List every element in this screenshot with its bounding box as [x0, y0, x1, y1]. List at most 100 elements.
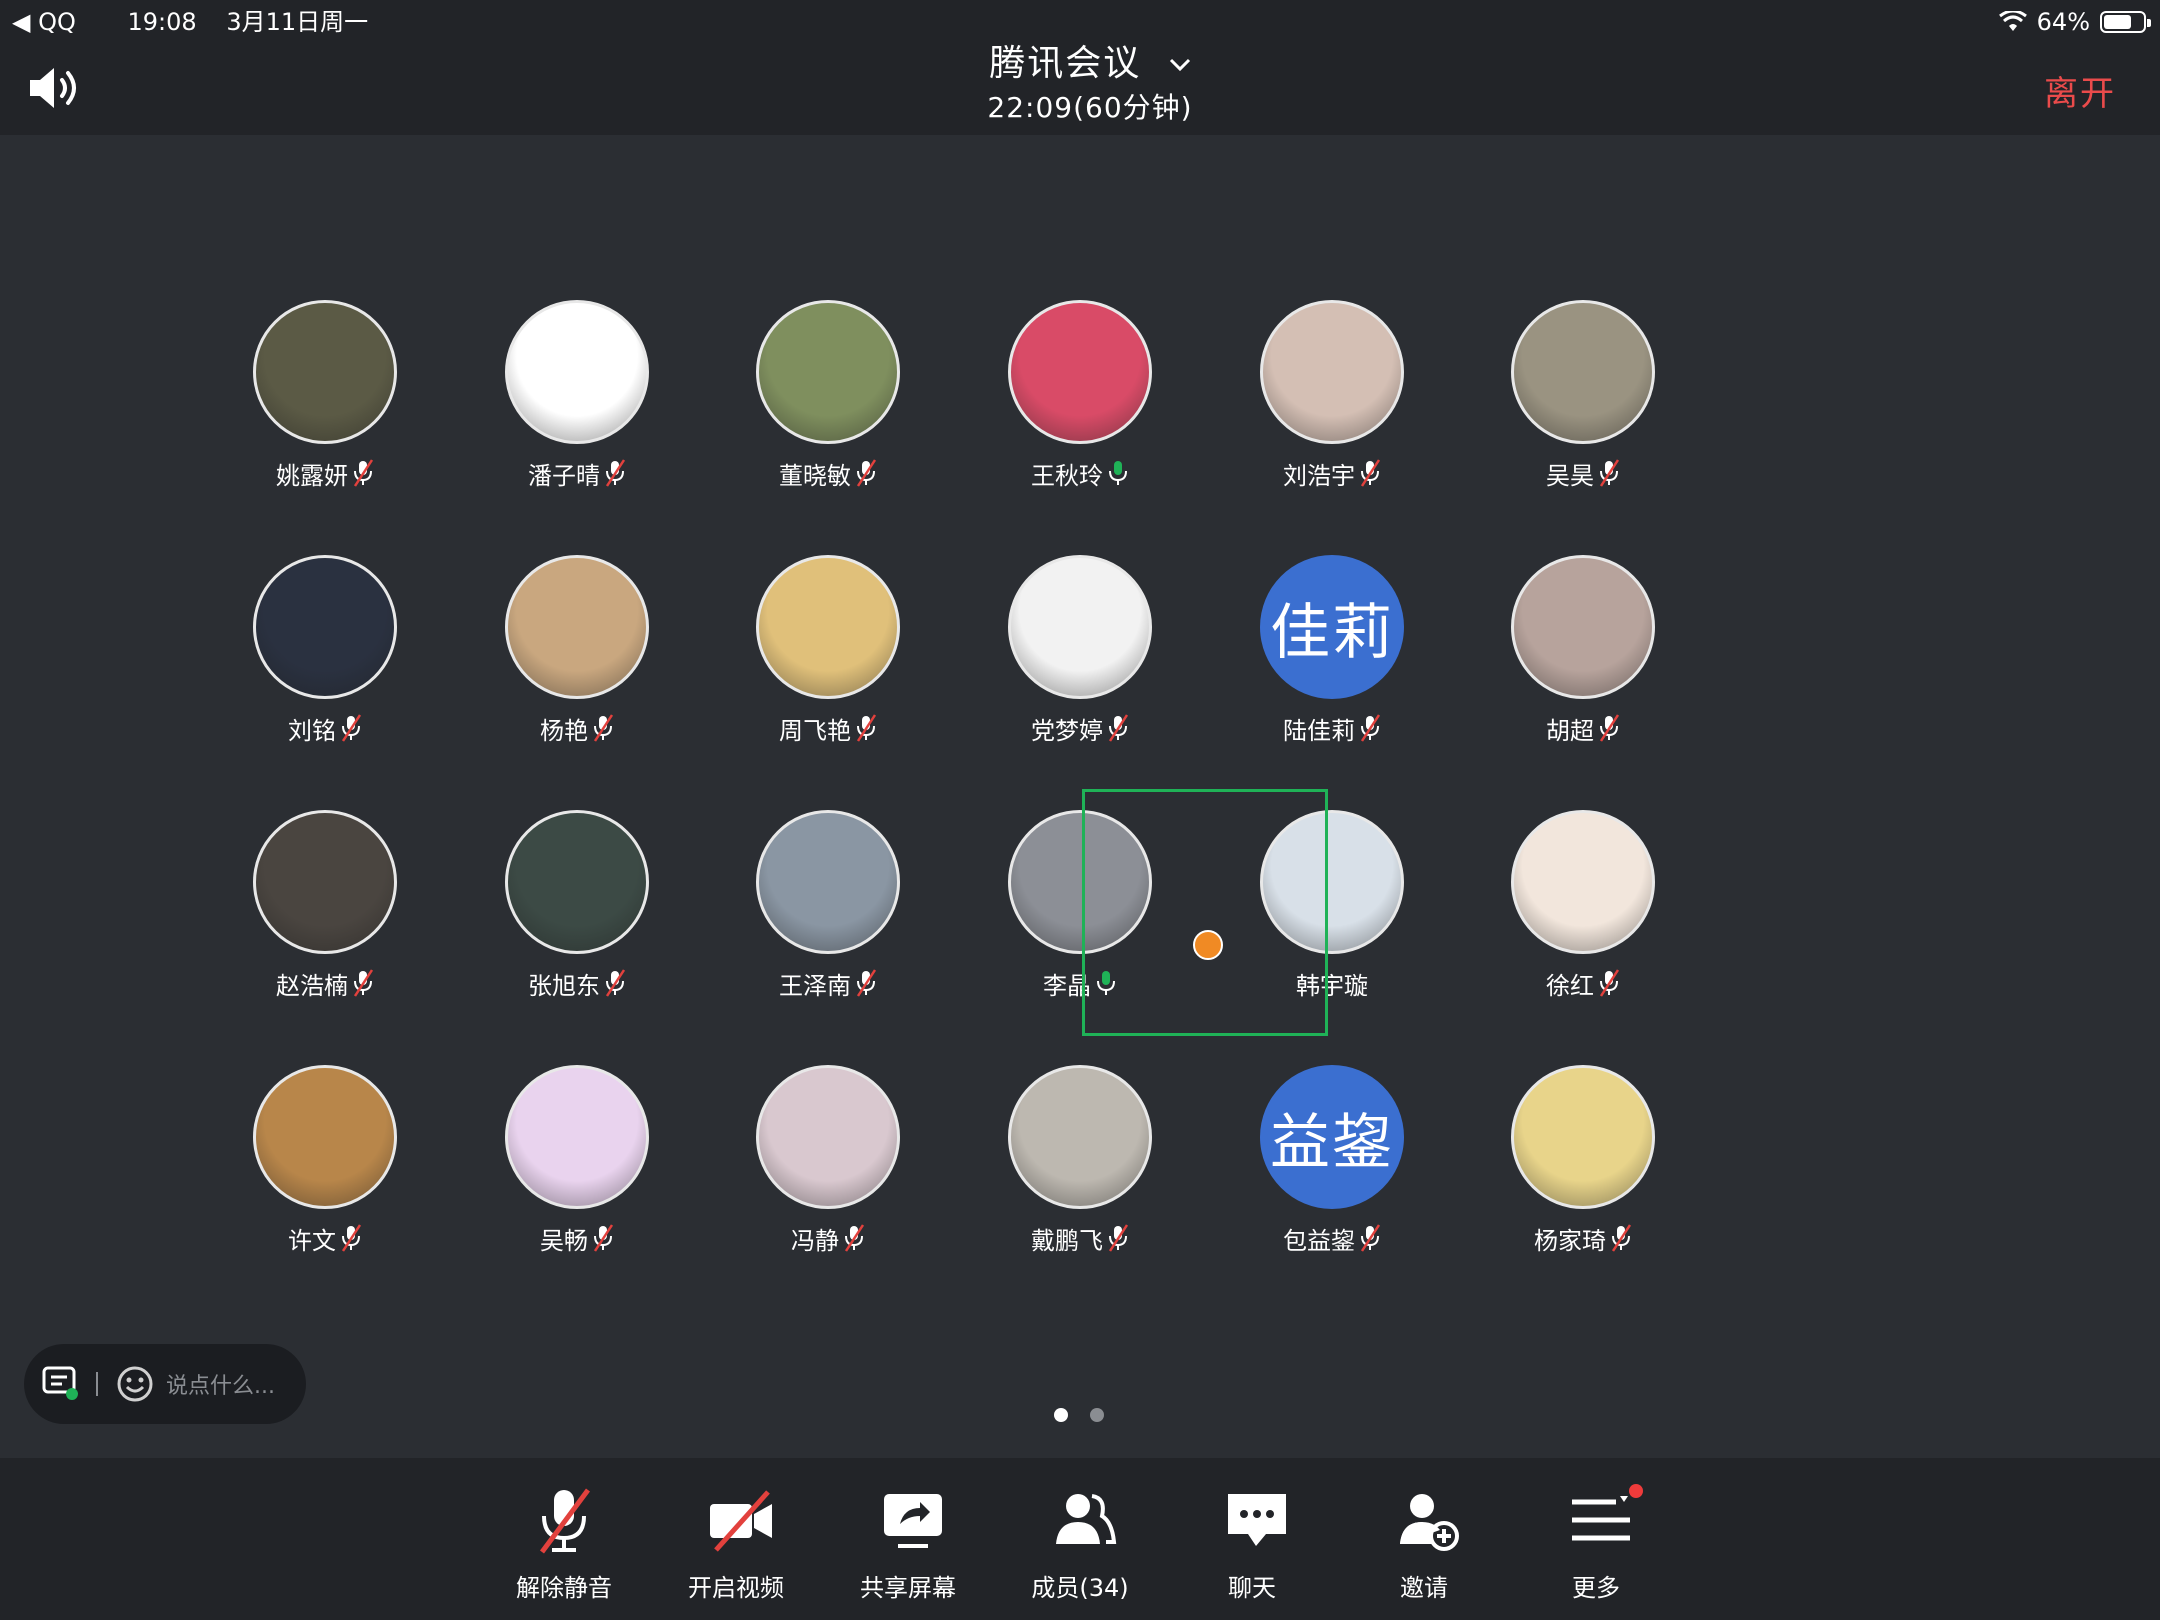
speaker-icon[interactable] [26, 64, 86, 112]
avatar [756, 810, 900, 954]
page-dot-1[interactable] [1054, 1408, 1068, 1422]
participant-tile[interactable]: 姚露妍 [200, 300, 450, 500]
participant-name: 潘子晴 [528, 461, 600, 490]
participant-tile[interactable]: 张旭东 [452, 810, 702, 1010]
avatar [253, 1065, 397, 1209]
mic-muted-icon [353, 459, 374, 487]
participant-name: 吴昊 [1546, 461, 1594, 490]
avatar [505, 1065, 649, 1209]
participant-name: 王秋玲 [1031, 461, 1103, 490]
avatar [1008, 555, 1152, 699]
invite-button[interactable]: 邀请 [1349, 1458, 1499, 1620]
participant-name: 吴畅 [540, 1226, 588, 1255]
participant-name: 赵浩楠 [276, 971, 348, 1000]
avatar [505, 300, 649, 444]
mic-muted-icon [539, 1488, 591, 1554]
chat-input-bar[interactable]: 说点什么... [24, 1344, 306, 1424]
chat-placeholder[interactable]: 说点什么... [166, 1368, 275, 1400]
page-indicator[interactable] [1054, 1408, 1104, 1422]
video-off-icon [710, 1490, 772, 1552]
participant-tile[interactable]: 刘浩宇 [1207, 300, 1457, 500]
chat-bubble-toggle-icon[interactable] [42, 1366, 80, 1402]
status-time: 19:08 [127, 8, 197, 36]
avatar [1511, 555, 1655, 699]
participant-tile[interactable]: 刘铭 [200, 555, 450, 755]
chevron-down-icon [1169, 58, 1190, 72]
participant-name: 党梦婷 [1031, 716, 1103, 745]
avatar [1260, 300, 1404, 444]
participant-name-row: 冯静 [703, 1221, 953, 1255]
status-bar-right: 64% [1998, 4, 2151, 40]
participant-name: 周飞艳 [779, 716, 851, 745]
participant-name: 杨家琦 [1534, 1226, 1606, 1255]
invite-label: 邀请 [1400, 1574, 1448, 1602]
participant-name-row: 董晓敏 [703, 456, 953, 490]
mic-muted-icon [341, 1224, 362, 1252]
mic-muted-icon [1360, 459, 1381, 487]
participant-tile[interactable]: 杨家琦 [1458, 1065, 1708, 1265]
page-dot-2[interactable] [1090, 1408, 1104, 1422]
participant-tile[interactable]: 杨艳 [452, 555, 702, 755]
participant-name-row: 胡超 [1458, 711, 1708, 745]
avatar: 佳莉 [1260, 555, 1404, 699]
unmute-button[interactable]: 解除静音 [489, 1458, 639, 1620]
participant-name: 徐红 [1546, 971, 1594, 1000]
members-label: 成员(34) [1031, 1574, 1129, 1602]
start-video-button[interactable]: 开启视频 [661, 1458, 811, 1620]
mic-muted-icon [341, 714, 362, 742]
mic-muted-icon [1360, 1224, 1381, 1252]
participant-name: 许文 [288, 1226, 336, 1255]
participant-name: 董晓敏 [779, 461, 851, 490]
participant-tile[interactable]: 党梦婷 [955, 555, 1205, 755]
participant-tile[interactable]: 吴畅 [452, 1065, 702, 1265]
top-bar: ◀ QQ 19:08 3月11日周一 64% 腾讯会议 22:09(60分钟) … [0, 0, 2160, 135]
participant-name: 陆佳莉 [1283, 716, 1355, 745]
avatar [253, 300, 397, 444]
participant-tile[interactable]: 潘子晴 [452, 300, 702, 500]
battery-percent: 64% [2036, 8, 2090, 36]
active-speaker-frame [1082, 789, 1328, 1036]
leave-button[interactable]: 离开 [2044, 66, 2116, 115]
participant-name-row: 王泽南 [703, 966, 953, 1000]
participant-tile[interactable]: 吴昊 [1458, 300, 1708, 500]
participant-tile[interactable]: 徐红 [1458, 810, 1708, 1010]
mic-muted-icon [593, 1224, 614, 1252]
participant-tile[interactable]: 戴鹏飞 [955, 1065, 1205, 1265]
bottom-toolbar: 解除静音 开启视频 共享屏幕 成员(34) 聊天 邀请 更多 [0, 1458, 2160, 1620]
start-video-label: 开启视频 [688, 1574, 784, 1602]
participant-name-row: 吴畅 [452, 1221, 702, 1255]
participant-tile[interactable]: 王秋玲 [955, 300, 1205, 500]
battery-icon [2100, 11, 2151, 33]
participant-tile[interactable]: 周飞艳 [703, 555, 953, 755]
participant-tile[interactable]: 益鋆 包益鋆 [1207, 1065, 1457, 1265]
participant-name: 姚露妍 [276, 461, 348, 490]
meeting-title[interactable]: 腾讯会议 [880, 42, 1300, 86]
participant-tile[interactable]: 董晓敏 [703, 300, 953, 500]
participant-name-row: 王秋玲 [955, 456, 1205, 490]
meeting-title-block[interactable]: 腾讯会议 22:09(60分钟) [880, 42, 1300, 128]
mic-muted-icon [1108, 714, 1129, 742]
participant-tile[interactable]: 赵浩楠 [200, 810, 450, 1010]
share-screen-icon [884, 1494, 942, 1548]
emoji-icon[interactable] [116, 1365, 154, 1403]
mic-on-icon [1109, 461, 1127, 485]
participant-tile[interactable]: 王泽南 [703, 810, 953, 1010]
avatar [505, 555, 649, 699]
participant-tile[interactable]: 许文 [200, 1065, 450, 1265]
participant-name-row: 姚露妍 [200, 456, 450, 490]
share-screen-button[interactable]: 共享屏幕 [833, 1458, 983, 1620]
participant-tile[interactable]: 佳莉陆佳莉 [1207, 555, 1457, 755]
participant-name-row: 陆佳莉 [1207, 711, 1457, 745]
participant-tile[interactable]: 胡超 [1458, 555, 1708, 755]
participant-name: 王泽南 [779, 971, 851, 1000]
mic-muted-icon [1108, 1224, 1129, 1252]
mic-muted-icon [1599, 714, 1620, 742]
members-button[interactable]: 成员(34) [1005, 1458, 1155, 1620]
avatar [1008, 300, 1152, 444]
chat-label: 聊天 [1228, 1574, 1276, 1602]
back-to-app[interactable]: ◀ QQ [12, 8, 98, 36]
participant-name: 胡超 [1546, 716, 1594, 745]
chat-button[interactable]: 聊天 [1177, 1458, 1327, 1620]
more-button[interactable]: 更多 [1521, 1458, 1671, 1620]
participant-tile[interactable]: 冯静 [703, 1065, 953, 1265]
